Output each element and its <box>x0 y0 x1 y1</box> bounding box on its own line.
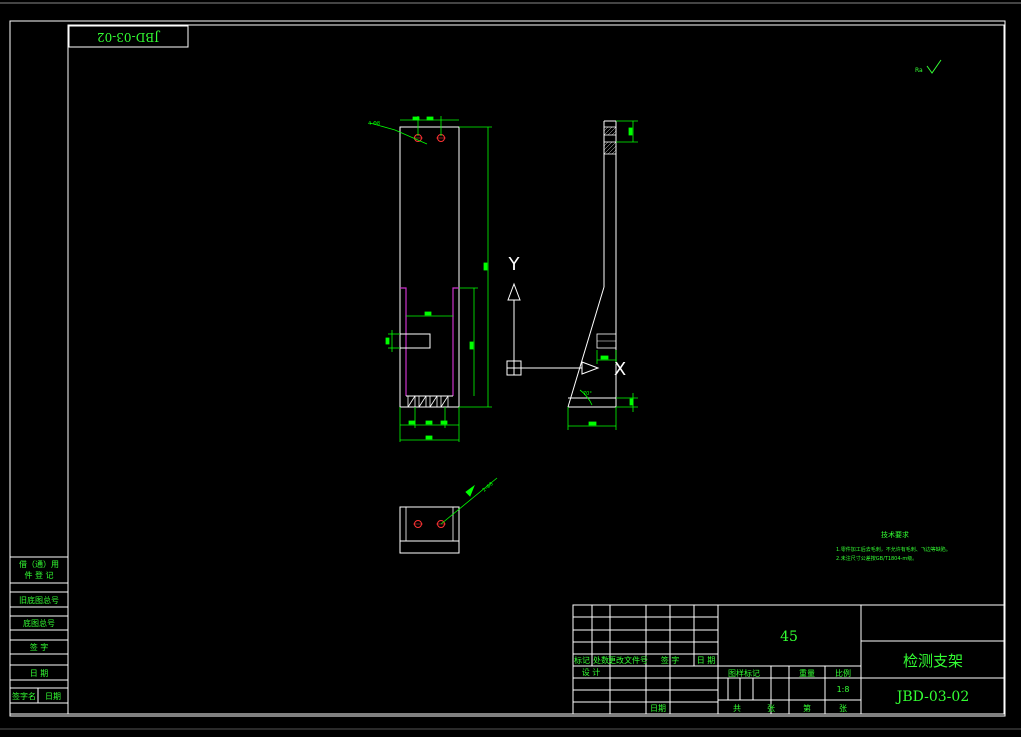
header-mark: 标记 <box>574 655 590 665</box>
header-date: 日 期 <box>697 656 716 665</box>
stage-scale: 比例 <box>835 668 851 678</box>
material-text: 45 <box>780 629 798 645</box>
sheet-no-label: 第 <box>803 703 811 713</box>
top-view-leader: 2-Φ8 <box>440 477 498 525</box>
header-sign: 签 字 <box>661 655 680 665</box>
sheet-no-unit: 张 <box>839 704 847 713</box>
front-dimensions: 4-Φ8 <box>368 116 492 442</box>
header-change-doc: 更改文件号 <box>608 655 648 665</box>
svg-text:Ra: Ra <box>915 67 923 74</box>
top-view <box>399 506 460 554</box>
left-label-column: 借（通）用 件 登 记 旧底图总号 底图总号 签 字 日 期 签字名 日期 <box>9 556 69 715</box>
ucs-icon: Y X <box>506 254 626 380</box>
left-label-2: 件 登 记 <box>24 570 53 580</box>
tech-title: 技术要求 <box>881 530 909 539</box>
scale-value: 1:8 <box>837 685 850 694</box>
left-label-1: 借（通）用 <box>19 559 59 569</box>
inner-frame <box>67 24 1005 715</box>
svg-text:4-Φ8: 4-Φ8 <box>368 121 380 127</box>
tech-requirements: 技术要求 1.零件加工后去毛刺，不允许有毛刺、飞边等缺陷。 2.未注尺寸公差按G… <box>836 530 951 562</box>
left-label-6: 日 期 <box>30 669 49 678</box>
left-label-7: 签字名 <box>12 691 36 701</box>
side-dimensions: 70° <box>567 120 638 430</box>
cad-drawing: JBD-03-02 Ra 借（通）用 件 登 记 旧底图总号 底图总号 签 字 … <box>0 2 1021 730</box>
left-label-4: 底图总号 <box>23 618 55 628</box>
tech-line-2: 2.未注尺寸公差按GB/T1804-m级。 <box>836 555 917 562</box>
axis-x-label: X <box>614 359 626 380</box>
header-count: 处数 <box>593 655 609 665</box>
sheet-total-unit: 张 <box>767 704 775 713</box>
svg-text:70°: 70° <box>583 391 592 397</box>
code-top-text: JBD-03-02 <box>97 30 161 44</box>
left-label-5: 签 字 <box>30 642 49 652</box>
axis-y-label: Y <box>508 254 521 275</box>
row-date: 日期 <box>650 704 666 713</box>
left-label-3: 旧底图总号 <box>19 595 59 605</box>
roughness-symbol: Ra <box>915 59 942 74</box>
left-label-8: 日期 <box>45 692 61 701</box>
stage-weight: 重量 <box>799 668 815 678</box>
tech-line-1: 1.零件加工后去毛刺，不允许有毛刺、飞边等缺陷。 <box>836 546 951 553</box>
front-view <box>399 126 460 408</box>
row-design: 设 计 <box>582 667 601 677</box>
stage-marking: 图样标记 <box>728 668 760 678</box>
drawing-code: JBD-03-02 <box>895 689 969 705</box>
drawing-title: 检测支架 <box>903 652 963 670</box>
side-view <box>567 120 617 408</box>
sheet-total-label: 共 <box>733 704 741 713</box>
svg-text:2-Φ8: 2-Φ8 <box>481 481 494 493</box>
